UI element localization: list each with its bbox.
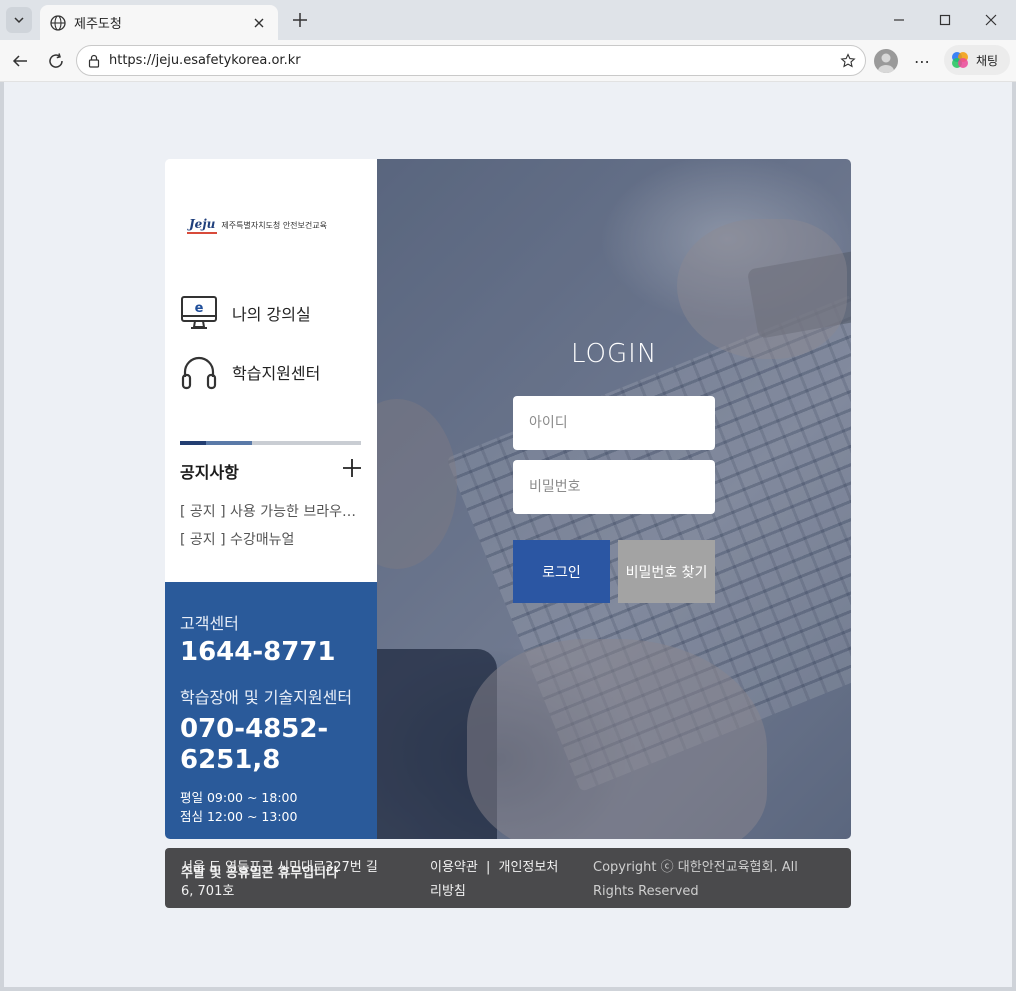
login-card: Jeju 제주특별자치도청 안전보건교육 e 나의 강의실 학습지원센터 공지사… [165, 159, 851, 839]
notice-more-button[interactable] [341, 457, 363, 479]
tech-support-label: 학습장애 및 기술지원센터 [180, 687, 353, 707]
more-menu-button[interactable]: ⋯ [910, 49, 934, 73]
notice-title: 공지사항 [180, 463, 239, 482]
plus-icon [343, 459, 361, 477]
refresh-icon [49, 53, 63, 68]
customer-center-panel: 고객센터 1644-8771 학습장애 및 기술지원센터 070-4852-62… [165, 582, 377, 839]
tab-list-button[interactable] [6, 7, 32, 33]
logo-text: 제주특별자치도청 안전보건교육 [221, 221, 327, 230]
hours-weekday: 평일 09:00 ~ 18:00 [180, 790, 298, 806]
maximize-button[interactable] [922, 6, 968, 34]
user-icon [878, 53, 894, 73]
left-sidebar: Jeju 제주특별자치도청 안전보건교육 e 나의 강의실 학습지원센터 공지사… [165, 159, 377, 839]
copilot-label: 채팅 [976, 53, 999, 68]
close-icon [254, 18, 264, 27]
more-icon: ⋯ [914, 51, 930, 71]
minimize-icon [894, 19, 904, 21]
tab-title: 제주도청 [74, 17, 122, 32]
chevron-down-icon [14, 17, 24, 24]
tab-close-button[interactable] [250, 14, 268, 32]
new-tab-button[interactable] [288, 8, 312, 32]
back-button[interactable] [7, 48, 33, 74]
terms-link[interactable]: 이용약관 [430, 860, 478, 875]
menu-learning-support[interactable]: 학습지원센터 [180, 353, 320, 391]
monitor-icon: e [181, 296, 217, 329]
menu-my-classroom[interactable]: e 나의 강의실 [180, 295, 311, 331]
copilot-icon [952, 52, 968, 68]
login-button[interactable]: 로그인 [513, 540, 610, 603]
close-window-button[interactable] [968, 6, 1014, 34]
close-icon [985, 14, 997, 26]
copilot-chat-button[interactable]: 채팅 [944, 45, 1010, 75]
notice-divider [180, 441, 361, 445]
browser-tab[interactable]: 제주도청 [40, 5, 278, 40]
address-bar-row: https://jeju.esafetykorea.or.kr ⋯ 채팅 [0, 40, 1016, 82]
lock-icon [88, 54, 100, 68]
find-password-button[interactable]: 비밀번호 찾기 [618, 540, 715, 603]
site-footer: 서울 도 영등포구 시민대로327번 길 6, 701호 주말 및 공휴일은 휴… [165, 848, 851, 908]
customer-center-label: 고객센터 [180, 614, 239, 633]
refresh-button[interactable] [43, 48, 69, 74]
login-hero: LOGIN 로그인 비밀번호 찾기 [377, 159, 851, 839]
plus-icon [293, 13, 307, 27]
maximize-icon [939, 14, 951, 26]
menu-learning-support-label: 학습지원센터 [232, 364, 321, 383]
site-logo[interactable]: Jeju 제주특별자치도청 안전보건교육 [187, 217, 327, 234]
footer-separator: | [485, 860, 491, 875]
favorite-button[interactable] [837, 50, 859, 72]
star-icon [840, 52, 856, 68]
profile-avatar[interactable] [874, 49, 898, 73]
minimize-button[interactable] [876, 6, 922, 34]
tech-support-phone: 070-4852-6251,8 [180, 713, 329, 776]
notice-item[interactable]: [ 공지 ] 수강매뉴얼 [180, 529, 360, 549]
notice-item[interactable]: [ 공지 ] 사용 가능한 브라우저 안내 [180, 501, 360, 521]
url-text: https://jeju.esafetykorea.or.kr [109, 53, 301, 68]
hours-weekend: 주말 및 공휴일은 휴무입니다 [181, 866, 339, 881]
hours-lunch: 점심 12:00 ~ 13:00 [180, 809, 298, 825]
footer-links: 이용약관 | 개인정보처리방침 [430, 856, 570, 904]
password-input[interactable] [513, 460, 715, 514]
page-viewport: Jeju 제주특별자치도청 안전보건교육 e 나의 강의실 학습지원센터 공지사… [4, 82, 1012, 987]
menu-my-classroom-label: 나의 강의실 [232, 305, 311, 324]
business-hours: 평일 09:00 ~ 18:00 점심 12:00 ~ 13:00 [180, 788, 361, 826]
footer-copyright: Copyright ⓒ 대한안전교육협회. All Rights Reserve… [593, 860, 798, 899]
globe-icon [50, 14, 66, 31]
headset-icon [181, 356, 217, 390]
login-title: LOGIN [571, 339, 658, 369]
customer-center-phone: 1644-8771 [180, 637, 336, 667]
arrow-left-icon [12, 55, 27, 67]
svg-text:e: e [195, 301, 204, 316]
browser-tab-bar: 제주도청 [0, 0, 1016, 40]
url-field[interactable]: https://jeju.esafetykorea.or.kr [76, 45, 866, 76]
user-id-input[interactable] [513, 396, 715, 450]
logo-mark: Jeju [187, 217, 218, 234]
